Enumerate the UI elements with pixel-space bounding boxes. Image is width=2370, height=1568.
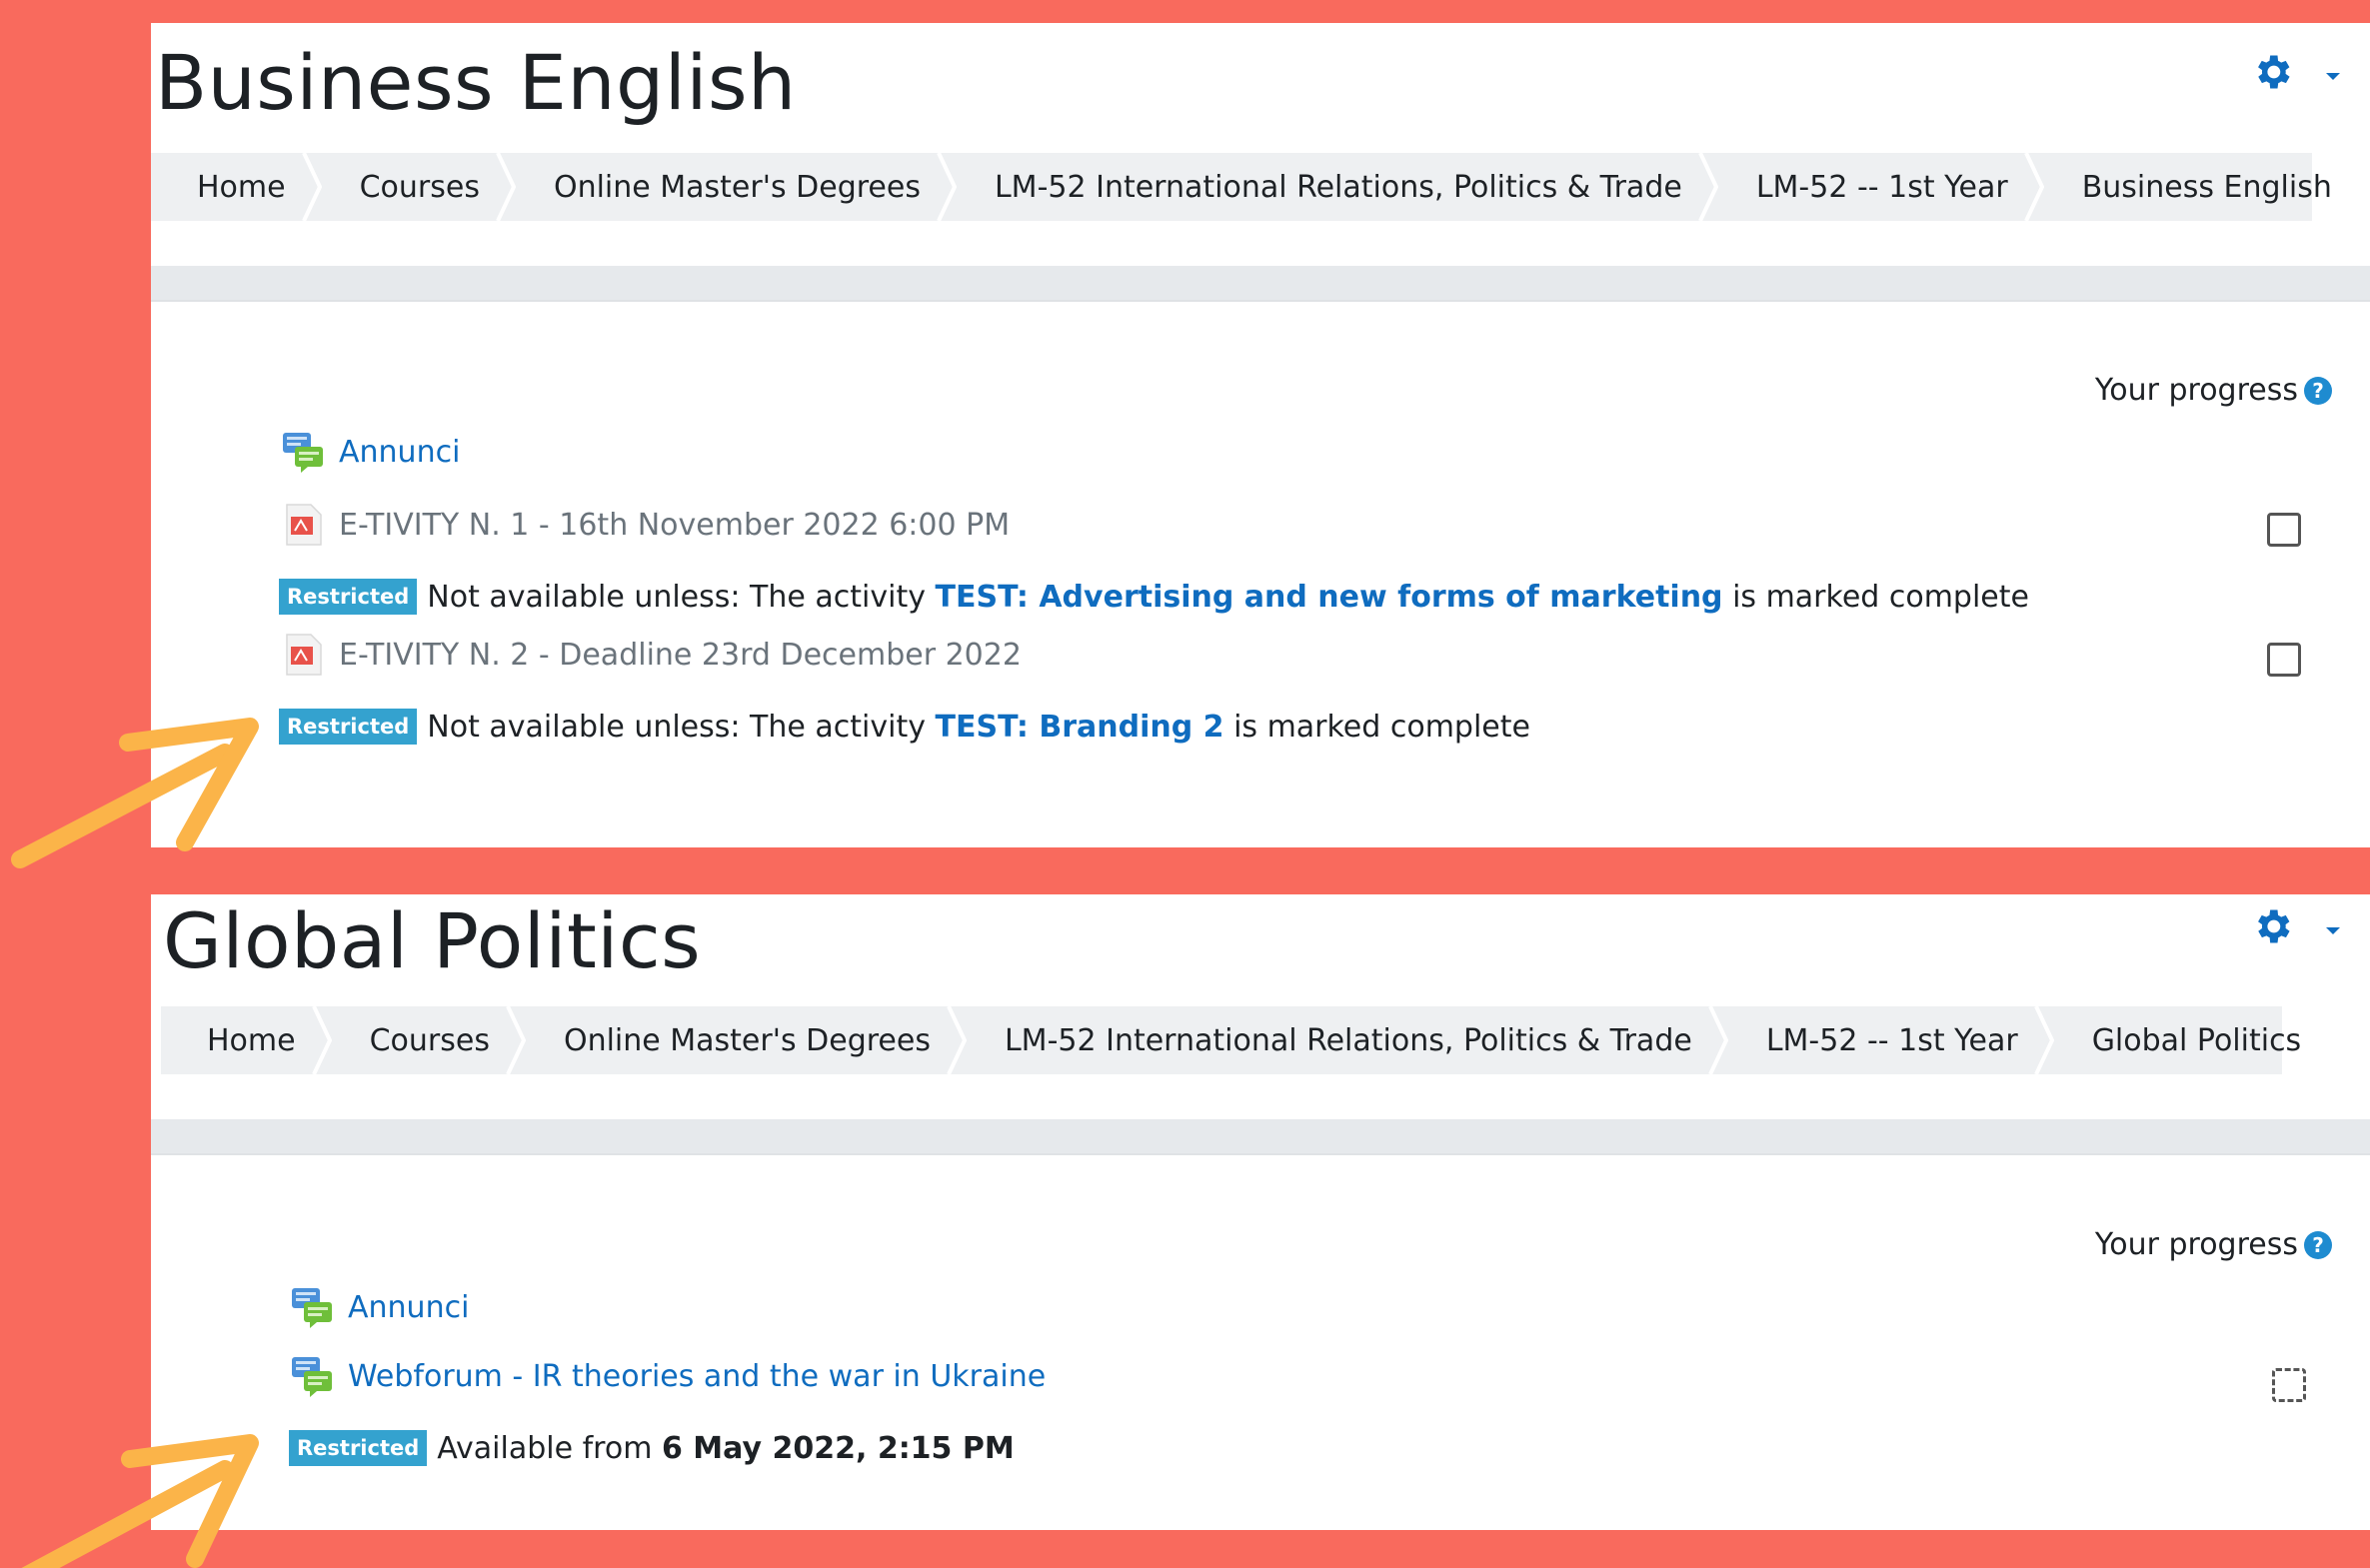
help-icon[interactable]: ? xyxy=(2304,376,2332,405)
page-title: Business English xyxy=(155,38,797,127)
restriction-notice: Restricted Not available unless: The act… xyxy=(279,709,1530,745)
activity-name: E-TIVITY N. 1 - 16th November 2022 6:00 … xyxy=(339,507,1011,543)
restriction-prefix: Available from xyxy=(437,1430,653,1466)
breadcrumb-item-online-masters[interactable]: Online Master's Degrees xyxy=(510,153,957,221)
breadcrumb-label: LM-52 International Relations, Politics … xyxy=(1004,1022,1692,1058)
restricted-badge: Restricted xyxy=(289,1430,428,1466)
completion-checkbox[interactable] xyxy=(2272,1368,2306,1402)
settings-menu[interactable] xyxy=(2250,902,2340,962)
arrow-icon xyxy=(21,1434,259,1568)
breadcrumb-item-lm52[interactable]: LM-52 International Relations, Politics … xyxy=(951,153,1718,221)
restricted-badge: Restricted xyxy=(279,709,418,745)
activity-etivity-2[interactable]: E-TIVITY N. 2 - Deadline 23rd December 2… xyxy=(281,633,1022,677)
forum-icon xyxy=(292,1288,332,1328)
breadcrumb-label: Online Master's Degrees xyxy=(563,1022,931,1058)
forum-icon xyxy=(292,1357,332,1397)
pdf-icon xyxy=(286,504,322,546)
settings-menu[interactable] xyxy=(2250,48,2340,108)
restriction-suffix: is marked complete xyxy=(1732,579,2029,615)
breadcrumb-item-year[interactable]: LM-52 -- 1st Year xyxy=(1722,1006,2054,1074)
pdf-icon xyxy=(286,634,322,676)
course-panel-global-politics: Global Politics Home Courses Online Mast… xyxy=(151,894,2370,1530)
breadcrumb-item-online-masters[interactable]: Online Master's Degrees xyxy=(520,1006,967,1074)
gear-icon xyxy=(2258,909,2290,943)
activity-webforum[interactable]: Webforum - IR theories and the war in Uk… xyxy=(290,1354,1046,1398)
section-divider xyxy=(151,1119,2370,1155)
breadcrumb-label: Home xyxy=(197,169,286,205)
breadcrumb-label: Courses xyxy=(359,169,480,205)
breadcrumb-item-home[interactable]: Home xyxy=(151,153,322,221)
page-title: Global Politics xyxy=(163,896,702,985)
breadcrumb-label: LM-52 -- 1st Year xyxy=(1755,169,2008,205)
activity-link[interactable]: Webforum - IR theories and the war in Uk… xyxy=(348,1359,1046,1394)
breadcrumb-label: LM-52 International Relations, Politics … xyxy=(994,169,1682,205)
restriction-suffix: is marked complete xyxy=(1233,709,1530,745)
breadcrumb-label: Business English xyxy=(2081,169,2332,205)
breadcrumb-item-current[interactable]: Business English xyxy=(2038,153,2362,221)
activity-etivity-1[interactable]: E-TIVITY N. 1 - 16th November 2022 6:00 … xyxy=(281,503,1010,547)
breadcrumb-label: Home xyxy=(207,1022,296,1058)
help-icon[interactable]: ? xyxy=(2304,1230,2332,1259)
breadcrumb-item-courses[interactable]: Courses xyxy=(316,153,516,221)
progress-label-text: Your progress xyxy=(2094,373,2298,408)
breadcrumb-label: Global Politics xyxy=(2091,1022,2302,1058)
restriction-prefix: Not available unless: The activity xyxy=(427,709,926,745)
activity-link[interactable]: Annunci xyxy=(339,435,460,470)
restriction-notice: Restricted Available from 6 May 2022, 2:… xyxy=(289,1430,1015,1466)
restriction-prefix: Not available unless: The activity xyxy=(427,579,926,615)
breadcrumb-label: Online Master's Degrees xyxy=(553,169,921,205)
section-divider xyxy=(151,266,2370,302)
completion-checkbox[interactable] xyxy=(2267,643,2301,677)
activity-annunci[interactable]: Annunci xyxy=(281,430,460,474)
arrow-icon xyxy=(11,718,259,868)
activity-name: E-TIVITY N. 2 - Deadline 23rd December 2… xyxy=(339,637,1022,673)
chevron-down-icon xyxy=(2326,927,2340,934)
restriction-date: 6 May 2022, 2:15 PM xyxy=(661,1430,1015,1466)
activity-link[interactable]: Annunci xyxy=(348,1290,469,1325)
restricted-badge: Restricted xyxy=(279,579,418,615)
progress-label-text: Your progress xyxy=(2094,1227,2298,1262)
breadcrumb-label: LM-52 -- 1st Year xyxy=(1765,1022,2018,1058)
breadcrumb-item-year[interactable]: LM-52 -- 1st Year xyxy=(1712,153,2044,221)
breadcrumb: Home Courses Online Master's Degrees LM-… xyxy=(161,1006,2301,1074)
gear-icon xyxy=(2258,55,2290,89)
breadcrumb-item-lm52[interactable]: LM-52 International Relations, Politics … xyxy=(961,1006,1728,1074)
restriction-activity-link[interactable]: TEST: Branding 2 xyxy=(936,710,1224,745)
restriction-notice: Restricted Not available unless: The act… xyxy=(279,579,2029,615)
completion-checkbox[interactable] xyxy=(2267,513,2301,547)
restriction-activity-link[interactable]: TEST: Advertising and new forms of marke… xyxy=(936,580,1723,615)
progress-label: Your progress ? xyxy=(2095,1227,2332,1262)
breadcrumb-item-current[interactable]: Global Politics xyxy=(2048,1006,2332,1074)
breadcrumb-label: Courses xyxy=(369,1022,490,1058)
course-panel-business-english: Business English Home Courses Online Mas… xyxy=(151,23,2370,847)
breadcrumb: Home Courses Online Master's Degrees LM-… xyxy=(151,153,2332,221)
breadcrumb-item-courses[interactable]: Courses xyxy=(326,1006,526,1074)
forum-icon xyxy=(283,433,323,473)
activity-annunci[interactable]: Annunci xyxy=(290,1285,469,1329)
progress-label: Your progress ? xyxy=(2095,373,2332,408)
breadcrumb-item-home[interactable]: Home xyxy=(161,1006,332,1074)
chevron-down-icon xyxy=(2326,73,2340,80)
